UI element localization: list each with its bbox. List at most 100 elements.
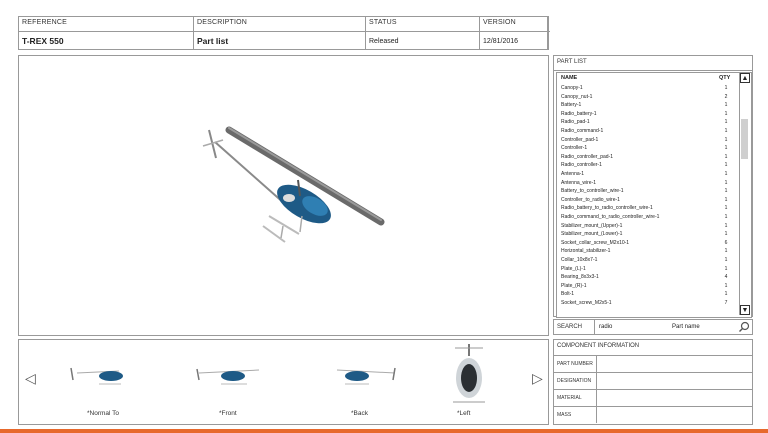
description-cell: DESCRIPTION Part list <box>194 17 366 49</box>
part-name: Controller-1 <box>561 145 588 152</box>
thumbnail-left[interactable]: *Left <box>439 342 499 420</box>
search-label: SEARCH <box>557 324 583 330</box>
part-qty: 1 <box>724 128 728 134</box>
table-row[interactable]: Socket_collar_screw_M2x10-1 6 <box>561 239 739 247</box>
thumbnail-caption: *Left <box>457 410 471 417</box>
table-row[interactable]: Battery_to_controller_wire-1 1 <box>561 187 739 195</box>
component-info-title: COMPONENT INFORMATION <box>557 343 640 349</box>
part-list-scrollbar[interactable]: ▲ ▼ <box>739 73 750 315</box>
name-column-header: NAME <box>561 75 578 81</box>
component-info-panel: COMPONENT INFORMATION PART NUMBER DESIGN… <box>553 339 753 425</box>
table-row[interactable]: Canopy-1 1 <box>561 84 739 92</box>
thumbnail-normal-to[interactable]: *Normal To <box>59 348 149 418</box>
header-divider <box>19 31 550 32</box>
table-row[interactable]: Stabilizer_mount_(Lower)-1 1 <box>561 230 739 238</box>
part-qty: 1 <box>724 136 728 143</box>
table-row[interactable]: Plate_(L)-1 1 <box>561 265 739 273</box>
part-qty: 4 <box>724 274 728 281</box>
reference-value: T-REX 550 <box>22 36 64 46</box>
table-row[interactable]: Antenna_wire-1 1 <box>561 179 739 187</box>
part-name: Radio_controller-1 <box>561 162 602 169</box>
table-row[interactable]: Radio_command_to_radio_controller_wire-1… <box>561 213 739 221</box>
table-row[interactable]: Horizontal_stabilizer-1 1 <box>561 247 739 255</box>
search-input[interactable]: radio <box>599 324 612 330</box>
part-name: Radio_pad-1 <box>561 119 590 126</box>
part-name: Collar_10x8x7-1 <box>561 257 598 263</box>
part-qty: 1 <box>724 85 728 91</box>
part-qty: 1 <box>724 179 728 186</box>
scrollbar-thumb[interactable] <box>741 119 748 159</box>
thumbnail-caption: *Back <box>351 410 368 417</box>
table-row[interactable]: Controller_pad-1 1 <box>561 136 739 144</box>
table-row[interactable]: Socket_screw_M2x5-1 7 <box>561 299 739 307</box>
scroll-down-icon[interactable]: ▼ <box>740 305 750 315</box>
designation-value <box>596 373 753 389</box>
table-row[interactable]: Radio_battery_to_radio_controller_wire-1… <box>561 204 739 212</box>
part-qty: 1 <box>724 282 728 289</box>
part-name: Radio_battery-1 <box>561 110 597 117</box>
reference-cell: REFERENCE T-REX 550 <box>19 17 194 49</box>
table-row[interactable]: Battery-1 1 <box>561 101 739 109</box>
accent-bar <box>0 429 768 433</box>
scroll-up-icon[interactable]: ▲ <box>740 73 750 83</box>
part-name: Radio_command-1 <box>561 128 604 134</box>
thumbnail-front[interactable]: *Front <box>189 348 279 418</box>
version-label: VERSION <box>483 19 516 26</box>
search-divider <box>594 320 595 334</box>
part-name: Stabilizer_mount_(Upper)-1 <box>561 222 623 229</box>
part-name: Radio_command_to_radio_controller_wire-1 <box>561 214 660 220</box>
search-bar: SEARCH radio Part name <box>553 319 753 335</box>
header-table: REFERENCE T-REX 550 DESCRIPTION Part lis… <box>18 16 550 50</box>
info-label: PART NUMBER <box>557 361 593 367</box>
part-name: Canopy_nut-1 <box>561 93 593 100</box>
table-row[interactable]: Controller-1 1 <box>561 144 739 152</box>
part-qty: 1 <box>724 110 728 117</box>
material-value <box>596 390 753 406</box>
part-qty: 1 <box>724 102 728 109</box>
table-row[interactable]: Radio_controller-1 1 <box>561 161 739 169</box>
version-cell: VERSION 12/81/2016 <box>480 17 548 49</box>
thumbnail-caption: *Front <box>219 410 237 417</box>
prev-arrow-icon[interactable]: ◁ <box>25 370 36 387</box>
part-name: Horizontal_stabilizer-1 <box>561 248 611 255</box>
info-row-part-number: PART NUMBER <box>554 355 752 373</box>
helicopter-model-image <box>202 126 385 243</box>
table-row[interactable]: Radio_pad-1 1 <box>561 118 739 126</box>
helicopter-thumb-icon <box>336 367 396 385</box>
view-thumbnails-strip: ◁ ▷ *Normal To *Front *Back *Left <box>18 339 549 425</box>
part-name: Canopy-1 <box>561 85 583 91</box>
part-qty: 1 <box>724 248 728 255</box>
next-arrow-icon[interactable]: ▷ <box>532 370 543 387</box>
part-qty: 1 <box>724 291 728 298</box>
table-row[interactable]: Radio_command-1 1 <box>561 127 739 135</box>
part-qty: 1 <box>724 222 728 229</box>
table-row[interactable]: Plate_(R)-1 1 <box>561 282 739 290</box>
search-field-selector[interactable]: Part name <box>672 324 700 330</box>
table-row[interactable]: Bearing_8x3x3-1 4 <box>561 273 739 281</box>
part-qty: 2 <box>724 93 728 100</box>
table-row[interactable]: Stabilizer_mount_(Upper)-1 1 <box>561 222 739 230</box>
part-name: Bearing_8x3x3-1 <box>561 274 599 281</box>
thumbnail-back[interactable]: *Back <box>317 348 407 418</box>
table-row[interactable]: Collar_10x8x7-1 1 <box>561 256 739 264</box>
info-label: MASS <box>557 412 572 418</box>
table-row[interactable]: Antenna-1 1 <box>561 170 739 178</box>
table-row[interactable]: Bolt-1 1 <box>561 290 739 298</box>
model-viewport[interactable] <box>18 55 549 336</box>
part-name: Plate_(R)-1 <box>561 282 587 289</box>
status-value: Released <box>369 38 399 45</box>
part-name: Battery_to_controller_wire-1 <box>561 188 624 195</box>
part-name: Battery-1 <box>561 102 582 109</box>
info-row-mass: MASS <box>554 406 752 424</box>
part-qty: 1 <box>724 205 728 212</box>
search-icon[interactable] <box>738 321 750 333</box>
status-label: STATUS <box>369 19 397 26</box>
table-row[interactable]: Controller_to_radio_wire-1 1 <box>561 196 739 204</box>
table-row[interactable]: Canopy_nut-1 2 <box>561 93 739 101</box>
table-row[interactable]: Radio_battery-1 1 <box>561 110 739 118</box>
table-row[interactable]: Radio_controller_pad-1 1 <box>561 153 739 161</box>
info-row-material: MATERIAL <box>554 389 752 407</box>
part-list-title: PART LIST <box>557 59 587 65</box>
part-list-table[interactable]: NAME QTY Canopy-1 1 Canopy_nut-1 2 Battery-1… <box>556 72 752 318</box>
helicopter-thumb-icon <box>453 344 485 403</box>
